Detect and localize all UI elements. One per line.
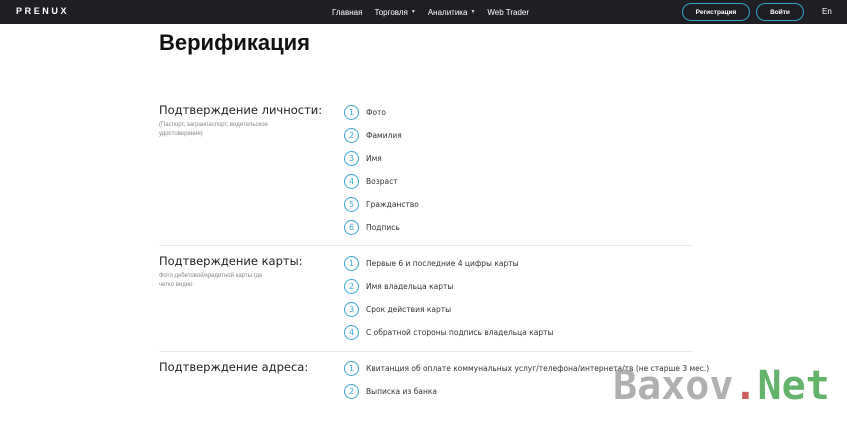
nav-item-web-trader[interactable]: Web Trader: [487, 8, 529, 17]
nav-label: Торговля: [374, 7, 408, 17]
item-text: Выписка из банка: [366, 387, 437, 396]
section-title: Подтверждение личности:: [159, 103, 323, 117]
card-verification-section: Подтверждение карты: Фото дебетовой/кред…: [159, 254, 693, 349]
list-item: 3 Срок действия карты: [344, 302, 451, 317]
watermark-text: Baxov: [613, 363, 734, 409]
nav-item-trading[interactable]: Торговля ▼: [374, 8, 415, 17]
item-text: Гражданство: [366, 200, 419, 209]
item-text: Имя: [366, 154, 382, 163]
item-text: Фамилия: [366, 131, 402, 140]
identity-verification-section: Подтверждение личности: (Паспорт, загран…: [159, 103, 693, 243]
list-item: 2 Имя владельца карты: [344, 279, 453, 294]
watermark-dot: .: [733, 363, 758, 409]
register-button[interactable]: Регистрация: [682, 3, 750, 21]
list-item: 4 Возраст: [344, 174, 398, 189]
item-text: С обратной стороны подпись владельца кар…: [366, 328, 554, 337]
caret-down-icon: ▼: [470, 9, 476, 15]
nav-label: Web Trader: [487, 7, 530, 17]
item-text: Срок действия карты: [366, 305, 452, 314]
section-divider: [159, 245, 693, 246]
nav-item-analytics[interactable]: Аналитика ▼: [428, 8, 476, 17]
item-text: Имя владельца карты: [366, 282, 454, 291]
login-button[interactable]: Войти: [756, 3, 804, 21]
list-item: 2 Фамилия: [344, 128, 402, 143]
list-item: 1 Фото: [344, 105, 386, 120]
main-nav: Главная Торговля ▼ Аналитика ▼ Web Trade…: [332, 0, 529, 24]
step-number: 1: [344, 256, 359, 271]
nav-label: Аналитика: [427, 7, 468, 17]
nav-item-home[interactable]: Главная: [332, 8, 362, 17]
list-item: 1 Первые 6 и последние 4 цифры карты: [344, 256, 519, 271]
step-number: 3: [344, 302, 359, 317]
section-divider: [159, 351, 693, 352]
step-number: 4: [344, 325, 359, 340]
list-item: 6 Подпись: [344, 220, 400, 235]
step-number: 1: [344, 361, 359, 376]
list-item: 5 Гражданство: [344, 197, 419, 212]
item-text: Первые 6 и последние 4 цифры карты: [366, 259, 519, 268]
section-description: (Паспорт, загранпаспорт, водительское уд…: [159, 122, 268, 137]
item-text: Фото: [366, 108, 387, 117]
step-number: 6: [344, 220, 359, 235]
section-description: Фото дебетовой/кредитной карты где четко…: [159, 273, 263, 288]
step-number: 1: [344, 105, 359, 120]
list-item: 4 С обратной стороны подпись владельца к…: [344, 325, 553, 340]
list-item: 3 Имя: [344, 151, 382, 166]
watermark-text: Net: [757, 363, 830, 409]
list-item: 2 Выписка из банка: [344, 384, 437, 399]
step-number: 3: [344, 151, 359, 166]
item-text: Подпись: [366, 223, 400, 232]
nav-label: Главная: [332, 7, 363, 17]
caret-down-icon: ▼: [410, 9, 416, 15]
language-switch[interactable]: En: [822, 7, 832, 16]
step-number: 2: [344, 384, 359, 399]
step-number: 4: [344, 174, 359, 189]
item-text: Возраст: [366, 177, 398, 186]
watermark-logo: Baxov.Net: [613, 364, 830, 408]
top-navigation-bar: PRENUX Главная Торговля ▼ Аналитика ▼ We…: [0, 0, 847, 24]
step-number: 2: [344, 279, 359, 294]
page-title: Верификация: [159, 30, 310, 55]
step-number: 5: [344, 197, 359, 212]
step-number: 2: [344, 128, 359, 143]
brand-logo[interactable]: PRENUX: [16, 6, 69, 16]
